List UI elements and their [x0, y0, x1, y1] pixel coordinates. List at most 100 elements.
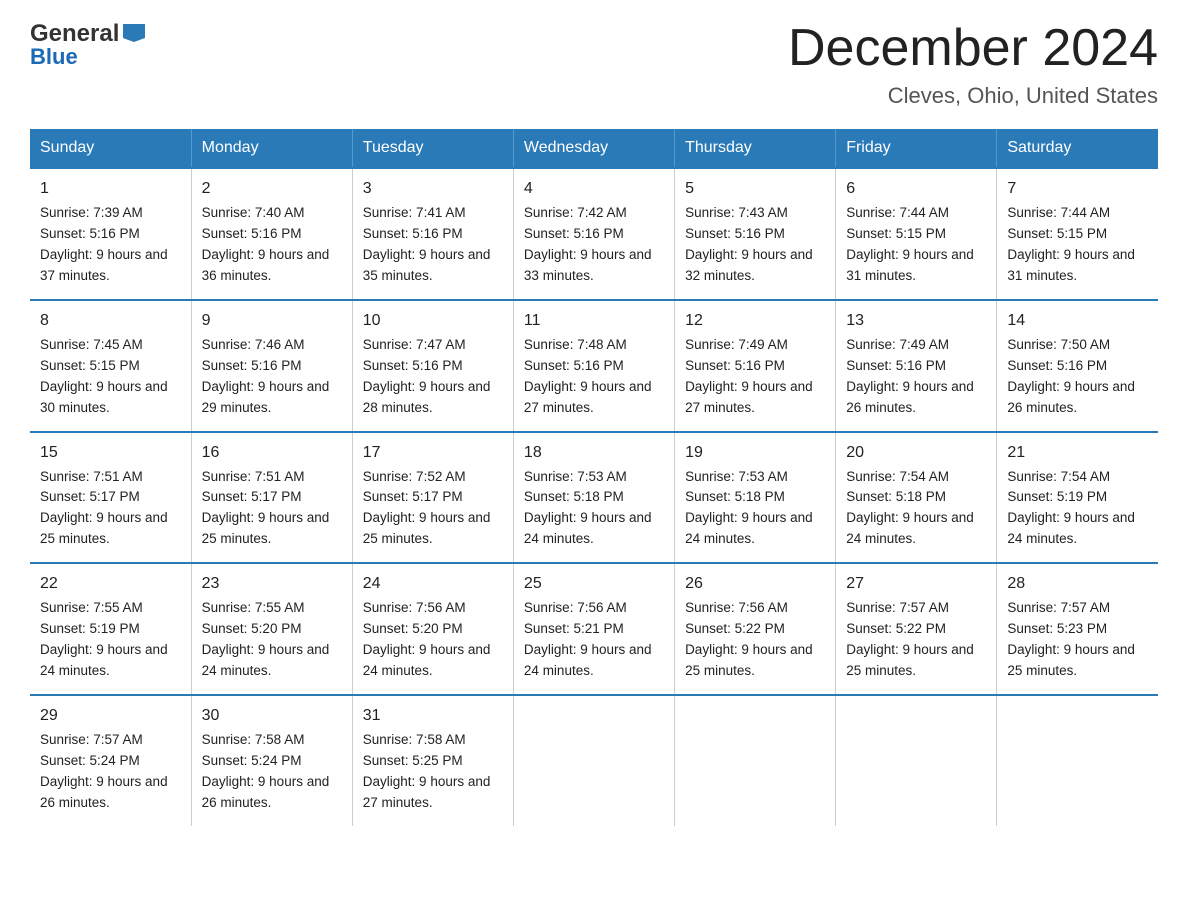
day-number: 18: [524, 441, 664, 465]
day-number: 23: [202, 572, 342, 596]
day-info: Sunrise: 7:56 AMSunset: 5:21 PMDaylight:…: [524, 600, 652, 678]
day-info: Sunrise: 7:54 AMSunset: 5:19 PMDaylight:…: [1007, 469, 1135, 547]
day-number: 13: [846, 309, 986, 333]
day-info: Sunrise: 7:39 AMSunset: 5:16 PMDaylight:…: [40, 205, 168, 283]
calendar-day-cell: 13 Sunrise: 7:49 AMSunset: 5:16 PMDayligh…: [836, 300, 997, 432]
day-number: 15: [40, 441, 181, 465]
calendar-day-cell: 11Sunrise: 7:48 AMSunset: 5:16 PMDayligh…: [513, 300, 674, 432]
calendar-day-cell: [513, 695, 674, 826]
day-info: Sunrise: 7:57 AMSunset: 5:23 PMDaylight:…: [1007, 600, 1135, 678]
calendar-day-cell: 19 Sunrise: 7:53 AMSunset: 5:18 PMDayligh…: [675, 432, 836, 564]
day-info: Sunrise: 7:45 AMSunset: 5:15 PMDaylight:…: [40, 337, 168, 415]
col-sunday: Sunday: [30, 129, 191, 168]
day-number: 19: [685, 441, 825, 465]
calendar-day-cell: 3 Sunrise: 7:41 AMSunset: 5:16 PMDaylight…: [352, 168, 513, 300]
day-info: Sunrise: 7:40 AMSunset: 5:16 PMDaylight:…: [202, 205, 330, 283]
day-info: Sunrise: 7:53 AMSunset: 5:18 PMDaylight:…: [685, 469, 813, 547]
col-thursday: Thursday: [675, 129, 836, 168]
day-info: Sunrise: 7:51 AMSunset: 5:17 PMDaylight:…: [202, 469, 330, 547]
day-number: 5: [685, 177, 825, 201]
logo: General Blue: [30, 20, 145, 70]
calendar-day-cell: 27 Sunrise: 7:57 AMSunset: 5:22 PMDayligh…: [836, 563, 997, 695]
logo-text-blue: Blue: [30, 44, 78, 70]
calendar-day-cell: 25 Sunrise: 7:56 AMSunset: 5:21 PMDayligh…: [513, 563, 674, 695]
location-subtitle: Cleves, Ohio, United States: [788, 83, 1158, 109]
calendar-day-cell: [675, 695, 836, 826]
day-info: Sunrise: 7:58 AMSunset: 5:25 PMDaylight:…: [363, 732, 491, 810]
calendar-day-cell: 24 Sunrise: 7:56 AMSunset: 5:20 PMDayligh…: [352, 563, 513, 695]
day-info: Sunrise: 7:56 AMSunset: 5:22 PMDaylight:…: [685, 600, 813, 678]
day-info: Sunrise: 7:55 AMSunset: 5:20 PMDaylight:…: [202, 600, 330, 678]
day-number: 1: [40, 177, 181, 201]
day-number: 28: [1007, 572, 1148, 596]
day-number: 10: [363, 309, 503, 333]
day-info: Sunrise: 7:48 AMSunset: 5:16 PMDaylight:…: [524, 337, 652, 415]
calendar-day-cell: 22 Sunrise: 7:55 AMSunset: 5:19 PMDayligh…: [30, 563, 191, 695]
calendar-day-cell: 28 Sunrise: 7:57 AMSunset: 5:23 PMDayligh…: [997, 563, 1158, 695]
calendar-day-cell: 6Sunrise: 7:44 AMSunset: 5:15 PMDaylight…: [836, 168, 997, 300]
calendar-header-row: Sunday Monday Tuesday Wednesday Thursday…: [30, 129, 1158, 168]
day-number: 4: [524, 177, 664, 201]
day-info: Sunrise: 7:49 AMSunset: 5:16 PMDaylight:…: [846, 337, 974, 415]
day-info: Sunrise: 7:41 AMSunset: 5:16 PMDaylight:…: [363, 205, 491, 283]
calendar-day-cell: 14 Sunrise: 7:50 AMSunset: 5:16 PMDayligh…: [997, 300, 1158, 432]
calendar-day-cell: 7Sunrise: 7:44 AMSunset: 5:15 PMDaylight…: [997, 168, 1158, 300]
page-header: General Blue December 2024 Cleves, Ohio,…: [30, 20, 1158, 109]
day-info: Sunrise: 7:49 AMSunset: 5:16 PMDaylight:…: [685, 337, 813, 415]
calendar-day-cell: 5 Sunrise: 7:43 AMSunset: 5:16 PMDaylight…: [675, 168, 836, 300]
calendar-week-row: 15 Sunrise: 7:51 AMSunset: 5:17 PMDayligh…: [30, 432, 1158, 564]
calendar-day-cell: [997, 695, 1158, 826]
col-tuesday: Tuesday: [352, 129, 513, 168]
calendar-day-cell: 31Sunrise: 7:58 AMSunset: 5:25 PMDayligh…: [352, 695, 513, 826]
day-number: 20: [846, 441, 986, 465]
day-number: 25: [524, 572, 664, 596]
day-info: Sunrise: 7:57 AMSunset: 5:22 PMDaylight:…: [846, 600, 974, 678]
day-info: Sunrise: 7:50 AMSunset: 5:16 PMDaylight:…: [1007, 337, 1135, 415]
day-info: Sunrise: 7:43 AMSunset: 5:16 PMDaylight:…: [685, 205, 813, 283]
day-number: 16: [202, 441, 342, 465]
page-title: December 2024: [788, 20, 1158, 77]
day-info: Sunrise: 7:42 AMSunset: 5:16 PMDaylight:…: [524, 205, 652, 283]
calendar-day-cell: 9 Sunrise: 7:46 AMSunset: 5:16 PMDaylight…: [191, 300, 352, 432]
calendar-day-cell: 29Sunrise: 7:57 AMSunset: 5:24 PMDayligh…: [30, 695, 191, 826]
day-number: 17: [363, 441, 503, 465]
calendar-day-cell: [836, 695, 997, 826]
calendar-day-cell: 10Sunrise: 7:47 AMSunset: 5:16 PMDayligh…: [352, 300, 513, 432]
col-monday: Monday: [191, 129, 352, 168]
title-block: December 2024 Cleves, Ohio, United State…: [788, 20, 1158, 109]
col-saturday: Saturday: [997, 129, 1158, 168]
calendar-week-row: 22 Sunrise: 7:55 AMSunset: 5:19 PMDayligh…: [30, 563, 1158, 695]
day-info: Sunrise: 7:51 AMSunset: 5:17 PMDaylight:…: [40, 469, 168, 547]
day-number: 12: [685, 309, 825, 333]
calendar-day-cell: 12 Sunrise: 7:49 AMSunset: 5:16 PMDayligh…: [675, 300, 836, 432]
calendar-day-cell: 26 Sunrise: 7:56 AMSunset: 5:22 PMDayligh…: [675, 563, 836, 695]
calendar-week-row: 1 Sunrise: 7:39 AMSunset: 5:16 PMDaylight…: [30, 168, 1158, 300]
day-number: 26: [685, 572, 825, 596]
calendar-week-row: 8 Sunrise: 7:45 AMSunset: 5:15 PMDaylight…: [30, 300, 1158, 432]
calendar-day-cell: 30Sunrise: 7:58 AMSunset: 5:24 PMDayligh…: [191, 695, 352, 826]
day-number: 14: [1007, 309, 1148, 333]
day-info: Sunrise: 7:46 AMSunset: 5:16 PMDaylight:…: [202, 337, 330, 415]
calendar-day-cell: 16 Sunrise: 7:51 AMSunset: 5:17 PMDayligh…: [191, 432, 352, 564]
calendar-day-cell: 18 Sunrise: 7:53 AMSunset: 5:18 PMDayligh…: [513, 432, 674, 564]
day-number: 22: [40, 572, 181, 596]
day-number: 7: [1007, 177, 1148, 201]
day-number: 8: [40, 309, 181, 333]
day-info: Sunrise: 7:55 AMSunset: 5:19 PMDaylight:…: [40, 600, 168, 678]
day-number: 27: [846, 572, 986, 596]
day-number: 9: [202, 309, 342, 333]
day-number: 3: [363, 177, 503, 201]
col-friday: Friday: [836, 129, 997, 168]
day-info: Sunrise: 7:53 AMSunset: 5:18 PMDaylight:…: [524, 469, 652, 547]
calendar-day-cell: 17Sunrise: 7:52 AMSunset: 5:17 PMDayligh…: [352, 432, 513, 564]
day-number: 29: [40, 704, 181, 728]
calendar-day-cell: 8 Sunrise: 7:45 AMSunset: 5:15 PMDaylight…: [30, 300, 191, 432]
day-number: 21: [1007, 441, 1148, 465]
calendar-table: Sunday Monday Tuesday Wednesday Thursday…: [30, 129, 1158, 825]
logo-arrow-icon: [123, 24, 145, 47]
calendar-day-cell: 23 Sunrise: 7:55 AMSunset: 5:20 PMDayligh…: [191, 563, 352, 695]
day-number: 24: [363, 572, 503, 596]
day-info: Sunrise: 7:44 AMSunset: 5:15 PMDaylight:…: [846, 205, 974, 283]
day-info: Sunrise: 7:56 AMSunset: 5:20 PMDaylight:…: [363, 600, 491, 678]
calendar-week-row: 29Sunrise: 7:57 AMSunset: 5:24 PMDayligh…: [30, 695, 1158, 826]
